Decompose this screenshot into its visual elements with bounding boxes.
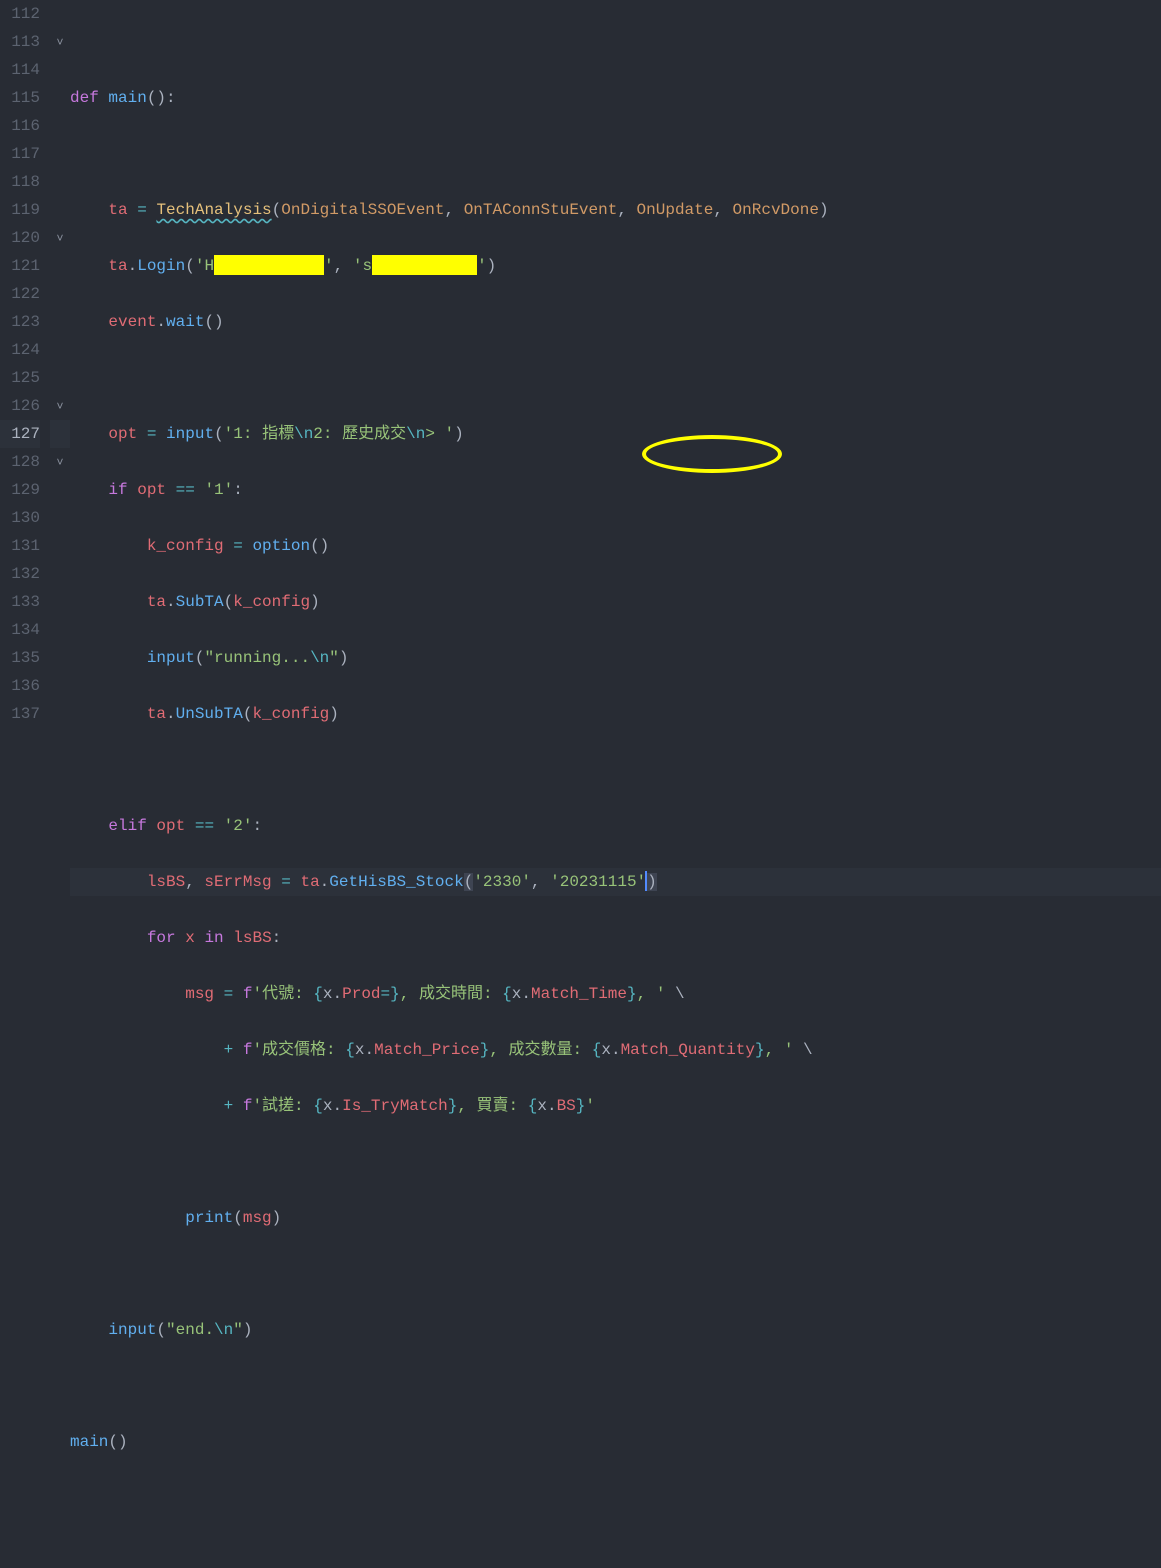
code-line[interactable] [70,28,1161,56]
code-line[interactable]: for x in lsBS: [70,924,1161,952]
code-line[interactable]: + f'成交價格: {x.Match_Price}, 成交數量: {x.Matc… [70,1036,1161,1064]
code-line[interactable]: def main(): [70,84,1161,112]
line-number: 112 [0,0,40,28]
line-number: 127 [0,420,40,448]
code-line[interactable]: elif opt == '2': [70,812,1161,840]
code-line[interactable] [70,1260,1161,1288]
line-number: 136 [0,672,40,700]
code-line[interactable]: ta = TechAnalysis(OnDigitalSSOEvent, OnT… [70,196,1161,224]
code-line[interactable]: lsBS, sErrMsg = ta.GetHisBS_Stock('2330'… [70,868,1161,896]
code-line[interactable] [70,140,1161,168]
code-line[interactable] [70,1372,1161,1400]
line-number: 114 [0,56,40,84]
line-number: 121 [0,252,40,280]
line-number: 137 [0,700,40,728]
line-number: 115 [0,84,40,112]
code-line[interactable]: opt = input('1: 指標\n2: 歷史成交\n> ') [70,420,1161,448]
line-number: 131 [0,532,40,560]
line-number-gutter: 112 113 114 115 116 117 118 119 120 121 … [0,0,50,805]
code-line[interactable]: print(msg) [70,1204,1161,1232]
line-number: 129 [0,476,40,504]
line-number: 120 [0,224,40,252]
line-number: 135 [0,644,40,672]
line-number: 117 [0,140,40,168]
line-number: 123 [0,308,40,336]
line-number: 125 [0,364,40,392]
line-number: 122 [0,280,40,308]
fold-gutter: ˅ ˅ ˅ ˅ [50,0,70,805]
line-number: 118 [0,168,40,196]
line-number: 130 [0,504,40,532]
redaction-block [372,255,477,275]
line-number: 119 [0,196,40,224]
code-line[interactable]: ta.UnSubTA(k_config) [70,700,1161,728]
code-line[interactable]: ta.Login('H', 's') [70,252,1161,280]
line-number: 124 [0,336,40,364]
line-number: 128 [0,448,40,476]
code-line[interactable]: event.wait() [70,308,1161,336]
code-line[interactable]: if opt == '1': [70,476,1161,504]
line-number: 133 [0,588,40,616]
fold-toggle-icon[interactable]: ˅ [56,29,63,57]
code-area[interactable]: def main(): ta = TechAnalysis(OnDigitalS… [70,0,1161,805]
line-number: 116 [0,112,40,140]
code-line[interactable] [70,1148,1161,1176]
code-line[interactable]: input("running...\n") [70,644,1161,672]
line-number: 132 [0,560,40,588]
code-line[interactable]: + f'試搓: {x.Is_TryMatch}, 買賣: {x.BS}' [70,1092,1161,1120]
fold-toggle-icon[interactable]: ˅ [56,225,63,253]
code-line[interactable] [70,756,1161,784]
code-line[interactable]: ta.SubTA(k_config) [70,588,1161,616]
line-number: 126 [0,392,40,420]
code-line[interactable]: main() [70,1428,1161,1456]
code-line[interactable]: input("end.\n") [70,1316,1161,1344]
code-line[interactable]: msg = f'代號: {x.Prod=}, 成交時間: {x.Match_Ti… [70,980,1161,1008]
fold-toggle-icon[interactable]: ˅ [56,449,63,477]
line-number: 134 [0,616,40,644]
code-editor[interactable]: 112 113 114 115 116 117 118 119 120 121 … [0,0,1161,805]
code-line[interactable]: k_config = option() [70,532,1161,560]
fold-toggle-icon[interactable]: ˅ [56,393,63,421]
redaction-block [214,255,324,275]
code-line[interactable] [70,364,1161,392]
line-number: 113 [0,28,40,56]
